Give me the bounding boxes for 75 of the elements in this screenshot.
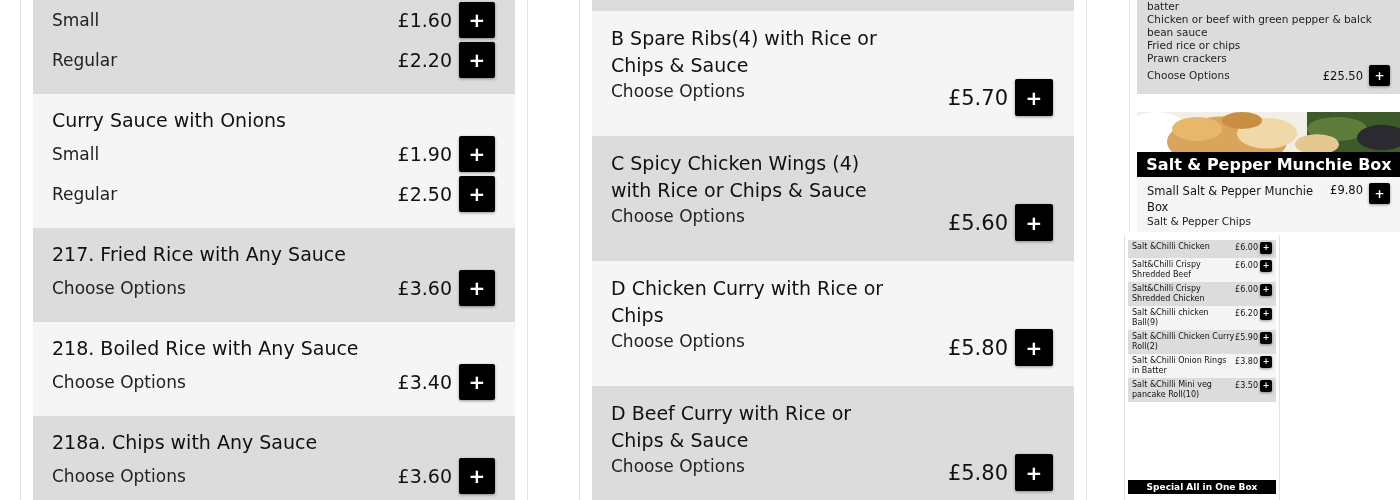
item-title: Salt&Chilli Crispy Shredded Beef <box>1132 260 1202 280</box>
add-button[interactable]: + <box>1015 329 1053 366</box>
option-label: Choose Options <box>52 465 187 488</box>
price: £6.20 <box>1235 309 1258 318</box>
option-label: Choose Options <box>611 205 746 228</box>
option-label: Choose Options <box>611 330 746 353</box>
add-button[interactable]: + <box>1369 65 1390 86</box>
add-button[interactable]: + <box>459 2 495 38</box>
option-label: Regular <box>52 183 119 206</box>
option-label: Small <box>52 143 101 166</box>
item-title: 217. Fried Rice with Any Sauce <box>52 242 347 267</box>
add-button[interactable]: + <box>459 176 495 212</box>
item-title: Salt&Chilli Crispy Shredded Chicken <box>1132 284 1206 304</box>
add-button[interactable]: + <box>1015 79 1053 116</box>
price: £5.80 <box>947 335 1008 360</box>
item-title: Salt &Chilli Mini veg pancake Roll(10) <box>1132 380 1213 400</box>
price: £6.00 <box>1235 261 1258 270</box>
option-label: Choose Options <box>611 80 746 103</box>
item-description: Chicken or beef with green pepper & balck bean sauce <box>1147 13 1373 39</box>
add-button[interactable]: + <box>1015 204 1053 241</box>
option-label: Small <box>52 9 101 32</box>
add-button[interactable]: + <box>459 270 495 306</box>
add-button[interactable]: + <box>1260 356 1272 368</box>
option-label: Choose Options <box>52 371 187 394</box>
add-button[interactable]: + <box>1260 380 1272 392</box>
add-button[interactable]: + <box>1015 454 1053 491</box>
option-label: Choose Options <box>52 277 187 300</box>
price: £3.80 <box>1235 357 1258 366</box>
item-description: Prawn crackers <box>1147 52 1228 65</box>
price: £6.00 <box>1235 285 1258 294</box>
item-description: Salt & Pepper Chips <box>1147 215 1252 228</box>
add-button[interactable]: + <box>1369 183 1390 204</box>
item-title: Salt &Chilli chicken Ball(9) <box>1132 308 1210 328</box>
add-button[interactable]: + <box>1260 332 1272 344</box>
item-title: Salt &Chilli Onion Rings in Batter <box>1132 356 1228 376</box>
price: £5.90 <box>1235 333 1258 342</box>
add-button[interactable]: + <box>1260 284 1272 296</box>
price: £5.80 <box>947 460 1008 485</box>
item-title: C Spicy Chicken Wings (4) with Rice or Chips & Sauce <box>611 151 868 203</box>
add-button[interactable]: + <box>459 42 495 78</box>
item-title: 218. Boiled Rice with Any Sauce <box>52 336 360 361</box>
item-title: Curry Sauce with Onions <box>52 108 287 133</box>
price: £6.00 <box>1235 243 1258 252</box>
price: £5.60 <box>947 210 1008 235</box>
item-title: D Chicken Curry with Rice or Chips <box>611 276 885 328</box>
add-button[interactable]: + <box>459 136 495 172</box>
section-banner: Special All in One Box <box>1128 480 1276 494</box>
price: £3.40 <box>397 371 452 393</box>
price: £1.90 <box>397 143 452 165</box>
item-title: B Spare Ribs(4) with Rice or Chips & Sauce <box>611 26 878 78</box>
option-label: Choose Options <box>611 455 746 478</box>
add-button[interactable]: + <box>1260 260 1272 272</box>
section-banner: Salt & Pepper Munchie Box <box>1137 152 1400 177</box>
item-description: batter <box>1147 0 1181 13</box>
add-button[interactable]: + <box>459 458 495 494</box>
option-label: Regular <box>52 49 119 72</box>
option-label: Choose Options <box>1147 69 1231 82</box>
price: £3.60 <box>397 465 452 487</box>
item-title: Salt &Chilli Chicken Curry Roll(2) <box>1132 332 1235 352</box>
price: £3.50 <box>1235 381 1258 390</box>
price: £3.60 <box>397 277 452 299</box>
item-title: Small Salt & Pepper Munchie Box <box>1147 183 1314 215</box>
price: £25.50 <box>1322 68 1363 83</box>
price: £1.60 <box>397 9 452 31</box>
price: £2.50 <box>397 183 452 205</box>
add-button[interactable]: + <box>459 364 495 400</box>
item-description: Fried rice or chips <box>1147 39 1242 52</box>
price: £9.80 <box>1330 183 1363 197</box>
price: £5.70 <box>947 85 1008 110</box>
item-title: Salt &Chilli Chicken <box>1132 242 1211 252</box>
item-title: 218a. Chips with Any Sauce <box>52 430 319 455</box>
add-button[interactable]: + <box>1260 242 1272 254</box>
add-button[interactable]: + <box>1260 308 1272 320</box>
price: £2.20 <box>397 49 452 71</box>
item-title: D Beef Curry with Rice or Chips & Sauce <box>611 401 853 453</box>
